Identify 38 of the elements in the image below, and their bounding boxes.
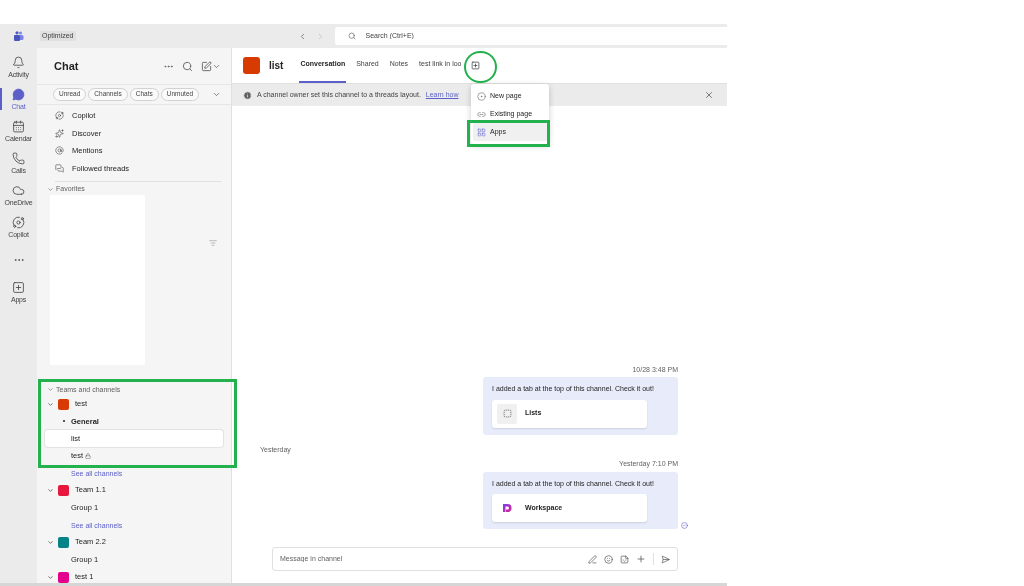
plus-icon[interactable] (636, 554, 646, 564)
add-square-icon (12, 281, 25, 294)
send-icon[interactable] (661, 554, 670, 564)
info-icon (243, 90, 252, 100)
calendar-icon (12, 120, 25, 133)
chat-icon (12, 88, 25, 101)
threads-icon (55, 163, 64, 173)
sparkles-icon (55, 128, 64, 138)
chevron-down-icon (47, 573, 54, 581)
lists-icon (497, 403, 517, 424)
search-icon (347, 32, 356, 40)
channel-avatar (243, 57, 260, 74)
sidebar-title: Chat (54, 58, 79, 74)
at-sign-icon (55, 146, 64, 156)
link-icon (477, 109, 486, 119)
chevron-down-icon (47, 486, 54, 494)
channel-title: list (269, 59, 284, 73)
search-icon[interactable] (182, 60, 193, 72)
format-icon[interactable] (588, 554, 597, 564)
emoji-icon[interactable] (604, 554, 613, 564)
phone-icon (12, 152, 25, 165)
chevron-down-icon[interactable] (212, 90, 221, 99)
chevron-down-icon (47, 538, 54, 546)
close-icon[interactable] (704, 90, 714, 100)
teams-logo-icon (13, 31, 24, 41)
apps-grid-icon (477, 127, 486, 137)
copilot-icon (12, 216, 25, 229)
bell-icon (12, 56, 25, 69)
workspace-logo-icon (502, 503, 512, 513)
selected-indicator (0, 88, 2, 110)
copilot-icon (55, 111, 64, 121)
cloud-icon (12, 184, 25, 197)
chevron-down-icon (47, 185, 54, 193)
new-chat-icon[interactable] (201, 60, 212, 72)
loop-icon (477, 91, 486, 101)
add-tab-icon[interactable] (471, 61, 481, 70)
lock-icon (85, 452, 92, 459)
sticker-icon[interactable] (620, 554, 629, 564)
